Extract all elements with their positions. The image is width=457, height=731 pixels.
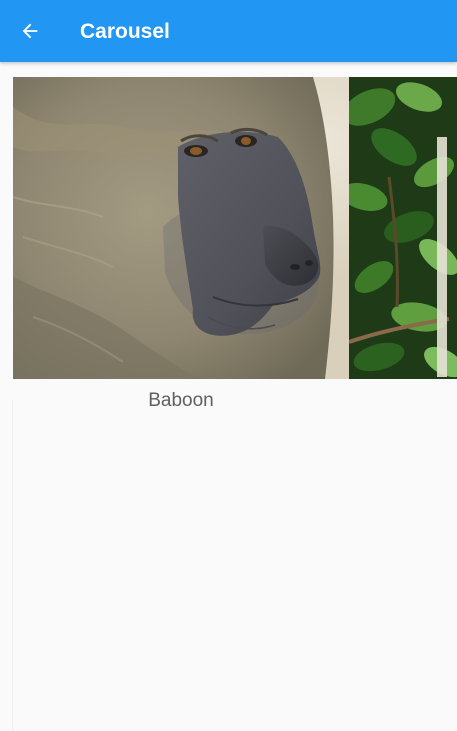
baboon-image	[13, 77, 349, 379]
app-bar: Carousel	[0, 0, 457, 62]
divider	[12, 400, 13, 731]
arrow-left-icon	[22, 23, 38, 39]
foliage-image	[349, 77, 457, 379]
page-title: Carousel	[80, 20, 170, 43]
slide-caption: C	[349, 389, 457, 413]
slide-caption: Baboon	[148, 390, 214, 411]
carousel-slide-next[interactable]: C	[349, 77, 457, 437]
app-screen: Carousel Baboon	[0, 0, 457, 731]
carousel[interactable]: Baboon C	[0, 62, 457, 462]
carousel-slide-baboon[interactable]: Baboon	[13, 77, 349, 437]
back-button[interactable]	[11, 12, 49, 50]
